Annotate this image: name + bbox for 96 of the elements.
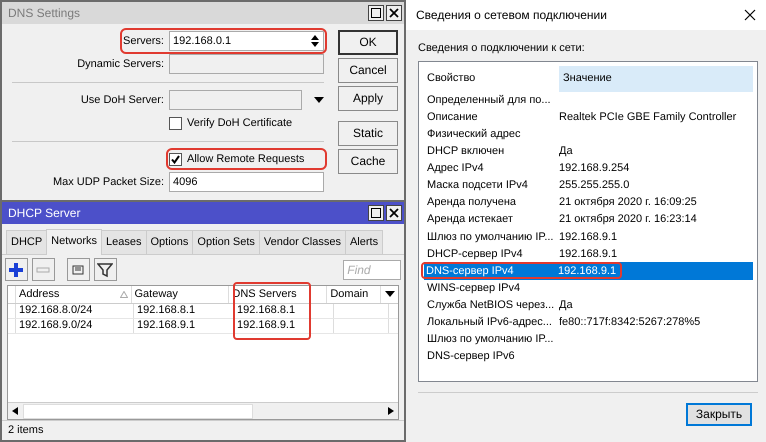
list-row[interactable]: DHCP-сервер IPv4 192.168.9.1 [424, 245, 753, 262]
field-label: Use DoH Server: [80, 92, 164, 108]
tab[interactable]: Networks [46, 229, 102, 254]
property-name: DNS-сервер IPv4 [425, 264, 515, 279]
spinner-icon[interactable] [310, 34, 320, 48]
property-name: DHCP-сервер IPv4 [426, 246, 524, 262]
property-name: Шлюз по умолчанию IP... [426, 332, 554, 348]
tab[interactable]: DHCP [6, 230, 48, 254]
list-row[interactable]: Физический адрес [424, 126, 753, 143]
column-header[interactable]: Address [16, 286, 132, 302]
property-name: WINS-сервер IPv4 [426, 280, 522, 296]
property-name: Аренда истекает [426, 212, 514, 228]
list-row[interactable]: Адрес IPv4 192.168.9.254 [424, 160, 753, 177]
property-value: Да [559, 298, 573, 313]
list-row[interactable]: Шлюз по умолчанию IP... [424, 330, 753, 348]
toolbar-button[interactable] [94, 258, 117, 281]
input-field[interactable]: 4096 [169, 172, 324, 192]
table-cell: 192.168.9.0/24 [16, 318, 134, 332]
window-title: DNS Settings [8, 5, 80, 22]
checkbox[interactable] [169, 116, 182, 130]
list-row[interactable]: Шлюз по умолчанию IP... 192.168.9.1 [424, 228, 753, 246]
field-label: Dynamic Servers: [77, 56, 164, 72]
maximize-button[interactable] [368, 205, 384, 221]
property-name: Описание [426, 110, 479, 125]
list-row[interactable]: Аренда истекает 21 октября 2020 г. 16:23:14 [424, 211, 753, 228]
list-row[interactable]: DHCP включен Да [424, 142, 753, 160]
close-button[interactable] [386, 205, 402, 221]
property-value: Realtek PCIe GBE Family Controller [559, 110, 736, 125]
dialog-button[interactable]: Cache [338, 148, 398, 174]
table-cell: 192.168.8.1 [234, 304, 334, 318]
property-value: 192.168.9.1 [559, 246, 618, 262]
close-button[interactable]: Закрыть [686, 402, 752, 426]
list-row[interactable]: Служба NetBIOS через... Да [424, 296, 753, 314]
tab[interactable]: Vendor Classes [258, 230, 346, 254]
property-value: 192.168.9.1 [559, 230, 618, 245]
property-name: DNS-сервер IPv6 [426, 349, 516, 364]
property-name: DHCP включен [426, 144, 506, 160]
checkbox-label: Verify DoH Certificate [187, 116, 292, 131]
property-value: 192.168.9.254 [559, 161, 630, 176]
toolbar-button[interactable] [66, 258, 90, 281]
group-label: Сведения о подключении к сети: [418, 42, 585, 54]
dialog-button[interactable]: OK [338, 30, 398, 54]
window-title: DHCP Server [8, 205, 80, 222]
close-button[interactable] [386, 5, 402, 21]
filter-icon [97, 262, 114, 278]
property-name: Физический адрес [426, 126, 522, 142]
dropdown-arrow-icon[interactable] [314, 97, 324, 103]
list-row[interactable]: DNS-сервер IPv4 192.168.9.1 [424, 262, 753, 280]
tab[interactable]: Option Sets [192, 230, 260, 254]
property-name: Определенный для по... [426, 92, 552, 108]
field-label: Max UDP Packet Size: [52, 174, 164, 190]
list-row[interactable]: Локальный IPv6-адрес... fe80::717f:8342:5267:278%5 [424, 314, 753, 331]
window-title: Сведения о сетевом подключении [416, 7, 607, 24]
list-row[interactable]: Аренда получена 21 октября 2020 г. 16:09:25 [424, 194, 753, 212]
list-row[interactable]: Маска подсети IPv4 255.255.255.0 [424, 176, 753, 194]
dialog-button[interactable]: Cancel [338, 58, 398, 82]
property-value: fe80::717f:8342:5267:278%5 [559, 315, 700, 330]
status-text: 2 items [8, 423, 44, 438]
list-row[interactable]: Описание Realtek PCIe GBE Family Controller [424, 108, 753, 126]
property-name: Локальный IPv6-адрес... [426, 315, 553, 330]
column-header[interactable]: Domain [327, 286, 382, 302]
property-value: Да [559, 144, 573, 160]
dialog-button[interactable]: Apply [338, 86, 398, 110]
column-header[interactable]: Gateway [132, 286, 230, 302]
list-row[interactable]: Определенный для по... [424, 92, 753, 109]
maximize-button[interactable] [368, 5, 384, 21]
property-name: Адрес IPv4 [426, 161, 485, 176]
checkbox-label: Allow Remote Requests [187, 152, 304, 167]
scrollbar-thumb[interactable] [23, 404, 253, 418]
property-name: Аренда получена [426, 195, 518, 210]
column-header[interactable]: Свойство [424, 70, 559, 87]
tab[interactable]: Leases [101, 230, 146, 254]
toolbar-button[interactable] [4, 258, 28, 281]
tab[interactable]: Options [146, 230, 194, 254]
table-cell: 192.168.8.0/24 [16, 304, 134, 318]
add-icon [8, 262, 24, 278]
column-header[interactable]: Значение [559, 66, 753, 92]
property-value: 21 октября 2020 г. 16:09:25 [559, 195, 697, 210]
tab[interactable]: Alerts [344, 230, 384, 254]
property-name: Шлюз по умолчанию IP... [426, 230, 554, 245]
list-row[interactable]: WINS-сервер IPv4 [424, 280, 753, 297]
dialog-button[interactable]: Static [338, 120, 398, 146]
property-value: 192.168.9.1 [558, 264, 616, 279]
table-cell: 192.168.9.1 [234, 318, 334, 332]
property-value: 255.255.255.0 [559, 178, 630, 194]
field-label: Servers: [123, 34, 164, 49]
property-name: Маска подсети IPv4 [426, 178, 529, 194]
close-icon[interactable] [744, 9, 756, 21]
list-row[interactable]: DNS-сервер IPv6 [424, 348, 753, 365]
table-cell: 192.168.9.1 [134, 318, 234, 332]
table-cell: 192.168.8.1 [134, 304, 234, 318]
input-field[interactable]: 192.168.0.1 [169, 31, 324, 51]
search-field[interactable]: Find [343, 260, 402, 280]
property-name: Служба NetBIOS через... [426, 298, 556, 313]
checkbox[interactable] [169, 152, 182, 166]
property-value: 21 октября 2020 г. 16:23:14 [559, 212, 697, 228]
